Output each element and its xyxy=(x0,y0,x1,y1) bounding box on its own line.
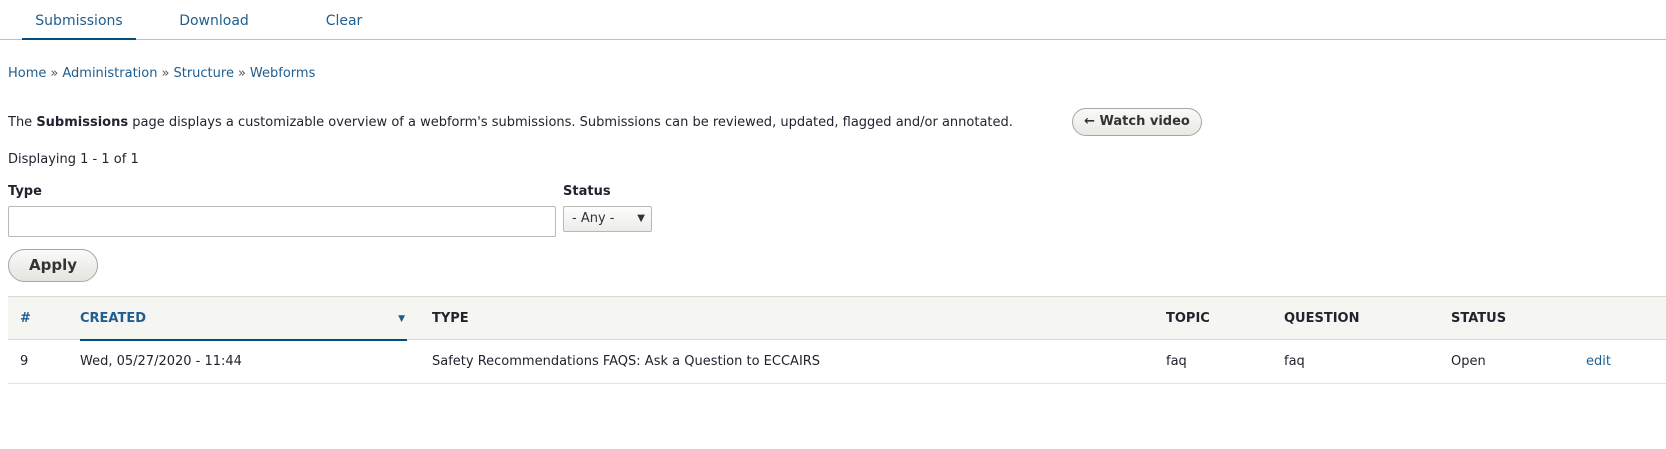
header-created[interactable]: CREATED ▼ xyxy=(80,297,407,341)
table-row[interactable]: 9 Wed, 05/27/2020 - 11:44 Safety Recomme… xyxy=(8,340,1666,384)
breadcrumb: Home» Administration» Structure» Webforms xyxy=(8,66,315,81)
breadcrumb-webforms[interactable]: Webforms xyxy=(250,66,315,81)
tab-submissions[interactable]: Submissions xyxy=(22,0,136,40)
sort-descending-icon: ▼ xyxy=(398,314,405,324)
page-description: The Submissions page displays a customiz… xyxy=(8,114,1013,132)
breadcrumb-separator: » xyxy=(50,66,59,81)
description-bold: Submissions xyxy=(36,115,129,130)
submissions-table: # CREATED ▼ TYPE TOPIC QUESTION STATUS 9… xyxy=(8,296,1666,384)
tab-clear[interactable]: Clear xyxy=(318,0,370,40)
cell-num: 9 xyxy=(20,354,29,369)
breadcrumb-home[interactable]: Home xyxy=(8,66,46,81)
description-prefix: The xyxy=(8,115,37,130)
chevron-down-icon: ▼ xyxy=(637,213,645,224)
description-suffix: page displays a customizable overview of… xyxy=(128,115,1013,130)
breadcrumb-separator: » xyxy=(237,66,246,81)
cell-type: Safety Recommendations FAQS: Ask a Quest… xyxy=(432,354,821,369)
type-filter-label: Type xyxy=(8,184,42,199)
page: Submissions Download Clear Home» Administ… xyxy=(0,0,1666,449)
cell-topic: faq xyxy=(1166,354,1187,369)
status-filter-label: Status xyxy=(563,184,611,199)
header-type: TYPE xyxy=(432,311,469,326)
cell-created: Wed, 05/27/2020 - 11:44 xyxy=(80,354,242,369)
watch-video-button[interactable]: ← Watch video xyxy=(1072,108,1202,136)
status-filter-select[interactable]: - Any - ▼ xyxy=(563,206,652,232)
header-question: QUESTION xyxy=(1284,311,1360,326)
table-header: # CREATED ▼ TYPE TOPIC QUESTION STATUS xyxy=(8,296,1666,341)
header-num[interactable]: # xyxy=(20,297,31,341)
tab-bar: Submissions Download Clear xyxy=(0,0,1666,40)
breadcrumb-structure[interactable]: Structure xyxy=(173,66,233,81)
cell-status: Open xyxy=(1451,354,1486,369)
header-status: STATUS xyxy=(1451,311,1507,326)
cell-question: faq xyxy=(1284,354,1305,369)
type-filter-input[interactable] xyxy=(8,206,556,237)
status-select-value: - Any - xyxy=(572,211,615,226)
tab-download[interactable]: Download xyxy=(172,0,256,40)
header-topic: TOPIC xyxy=(1166,311,1210,326)
apply-button[interactable]: Apply xyxy=(8,249,98,282)
results-summary: Displaying 1 - 1 of 1 xyxy=(8,152,139,167)
breadcrumb-separator: » xyxy=(161,66,170,81)
edit-link[interactable]: edit xyxy=(1586,340,1611,384)
header-created-label: CREATED xyxy=(80,311,147,326)
breadcrumb-administration[interactable]: Administration xyxy=(62,66,157,81)
